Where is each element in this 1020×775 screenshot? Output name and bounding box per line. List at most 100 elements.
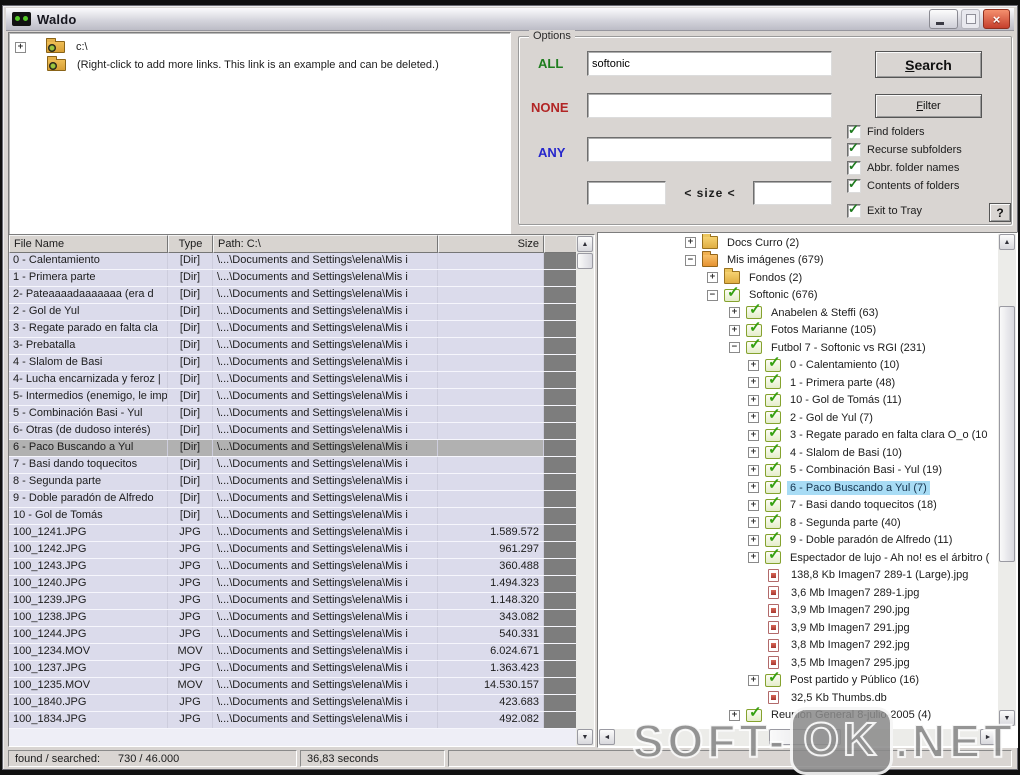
table-row[interactable]: 100_1240.JPG JPG \...\Documents and Settin… bbox=[9, 576, 576, 593]
table-row[interactable]: 100_1234.MOV MOV \...\Documents and Settin… bbox=[9, 644, 576, 661]
tree-node-label[interactable]: 9 - Doble paradón de Alfredo (11) bbox=[787, 533, 955, 547]
tree-node[interactable]: +3 - Regate parado en falta clara O_o (1… bbox=[598, 425, 997, 445]
table-row[interactable]: 100_1235.MOV MOV \...\Documents and Settin… bbox=[9, 678, 576, 695]
tree-node[interactable]: + Post partido y Público (16) bbox=[598, 670, 997, 690]
collapse-icon[interactable]: − bbox=[729, 342, 740, 354]
table-row[interactable]: 100_1840.JPG JPG \...\Documents and Settin… bbox=[9, 695, 576, 712]
scroll-up-icon[interactable]: ▲ bbox=[577, 236, 593, 252]
none-input[interactable] bbox=[587, 93, 832, 118]
size-min-input[interactable] bbox=[587, 181, 666, 205]
tree-node-label[interactable]: 3,6 Mb Imagen7 289-1.jpg bbox=[788, 586, 922, 600]
table-row[interactable]: 6- Otras (de dudoso interés) [Dir] \...\Do… bbox=[9, 423, 576, 440]
table-row[interactable]: 100_1242.JPG JPG \...\Documents and Settin… bbox=[9, 542, 576, 559]
tree-node[interactable]: + Docs Curro (2) bbox=[598, 234, 997, 252]
column-header-file-name[interactable]: File Name bbox=[9, 235, 168, 253]
table-row[interactable]: 2 - Gol de Yul [Dir] \...\Documents and Se… bbox=[9, 304, 576, 321]
expand-icon[interactable]: + bbox=[748, 447, 759, 459]
tree-node-label[interactable]: Post partido y Público (16) bbox=[787, 673, 922, 687]
tree-node-label[interactable]: 3,5 Mb Imagen7 295.jpg bbox=[788, 656, 913, 670]
tree-node-label[interactable]: 6 - Paco Buscando a Yul (7) bbox=[787, 480, 930, 495]
checkbox-contents-of-folders[interactable]: ✓ Contents of folders bbox=[847, 176, 962, 195]
tree-node[interactable]: − Softonic (676) bbox=[598, 285, 997, 305]
file-list-vscroll-thumb[interactable] bbox=[577, 253, 593, 269]
expand-icon[interactable]: + bbox=[748, 517, 759, 529]
table-row[interactable]: 6 - Paco Buscando a Yul [Dir] \...\Documen… bbox=[9, 440, 576, 457]
table-row[interactable]: 100_1239.JPG JPG \...\Documents and Settin… bbox=[9, 593, 576, 610]
tree-node-label[interactable]: Anabelen & Steffi (63) bbox=[768, 306, 881, 320]
expand-icon[interactable]: + bbox=[748, 499, 759, 511]
search-button[interactable]: Search bbox=[875, 51, 982, 78]
checkbox-recurse-subfolders[interactable]: ✓ Recurse subfolders bbox=[847, 140, 962, 159]
scroll-left-icon[interactable]: ◄ bbox=[599, 729, 615, 745]
tree-node-label[interactable]: 3,9 Mb Imagen7 291.jpg bbox=[788, 621, 913, 635]
link-tree-item[interactable]: (Right-click to add more links. This lin… bbox=[9, 56, 510, 74]
tree-node-label[interactable]: Fondos (2) bbox=[746, 271, 805, 285]
help-button[interactable]: ? bbox=[989, 203, 1011, 222]
table-row[interactable]: 100_1243.JPG JPG \...\Documents and Settin… bbox=[9, 559, 576, 576]
size-max-input[interactable] bbox=[753, 181, 832, 205]
table-row[interactable]: 100_1237.JPG JPG \...\Documents and Settin… bbox=[9, 661, 576, 678]
table-row[interactable]: 10 - Gol de Tomás [Dir] \...\Documents and… bbox=[9, 508, 576, 525]
tree-node-label[interactable]: 138,8 Kb Imagen7 289-1 (Large).jpg bbox=[788, 568, 971, 582]
tree-node[interactable]: +6 - Paco Buscando a Yul (7) bbox=[598, 477, 997, 497]
tree-node[interactable]: 3,9 Mb Imagen7 290.jpg bbox=[598, 602, 997, 620]
checkbox-box[interactable]: ✓ bbox=[847, 158, 861, 175]
minimize-button[interactable] bbox=[929, 9, 958, 29]
table-row[interactable]: 100_1244.JPG JPG \...\Documents and Settin… bbox=[9, 627, 576, 644]
expand-icon[interactable]: + bbox=[748, 674, 759, 686]
expand-icon[interactable]: + bbox=[748, 394, 759, 406]
tree-node-label[interactable]: Fotos Marianne (105) bbox=[768, 323, 879, 337]
checkbox-find-folders[interactable]: ✓ Find folders bbox=[847, 122, 962, 141]
expand-icon[interactable]: + bbox=[748, 464, 759, 476]
scroll-down-icon[interactable]: ▼ bbox=[577, 729, 593, 745]
tree-node[interactable]: +4 - Slalom de Basi (10) bbox=[598, 442, 997, 462]
tree-node[interactable]: − Mis imágenes (679) bbox=[598, 250, 997, 270]
checkbox-box[interactable]: ✓ bbox=[847, 201, 861, 218]
scroll-up-icon[interactable]: ▲ bbox=[999, 234, 1015, 250]
table-row[interactable]: 8 - Segunda parte [Dir] \...\Documents and… bbox=[9, 474, 576, 491]
tree-node[interactable]: +9 - Doble paradón de Alfredo (11) bbox=[598, 530, 997, 550]
tree-node-label[interactable]: 7 - Basi dando toquecitos (18) bbox=[787, 498, 940, 512]
table-row[interactable]: 4- Lucha encarnizada y feroz | [Dir] \...\… bbox=[9, 372, 576, 389]
tree-node[interactable]: +2 - Gol de Yul (7) bbox=[598, 407, 997, 427]
table-row[interactable]: 100_1241.JPG JPG \...\Documents and Settin… bbox=[9, 525, 576, 542]
tree-node[interactable]: +8 - Segunda parte (40) bbox=[598, 512, 997, 532]
tree-node[interactable]: + Fotos Marianne (105) bbox=[598, 320, 997, 340]
expand-icon[interactable]: + bbox=[748, 377, 759, 389]
expand-icon[interactable]: + bbox=[685, 237, 696, 249]
checkbox-exit-to-tray[interactable]: ✓ Exit to Tray bbox=[847, 201, 962, 220]
any-input[interactable] bbox=[587, 137, 832, 162]
tree-node-label[interactable]: Mis imágenes (679) bbox=[724, 253, 827, 267]
tree-node[interactable]: 3,5 Mb Imagen7 295.jpg bbox=[598, 654, 997, 672]
tree-node[interactable]: +7 - Basi dando toquecitos (18) bbox=[598, 495, 997, 515]
link-tree-item[interactable]: + c:\ bbox=[9, 38, 510, 56]
tree-node[interactable]: +5 - Combinación Basi - Yul (19) bbox=[598, 460, 997, 480]
table-row[interactable]: 3 - Regate parado en falta cla [Dir] \...\… bbox=[9, 321, 576, 338]
expand-icon[interactable]: + bbox=[748, 412, 759, 424]
table-row[interactable]: 2- Pateaaaadaaaaaaa (era d [Dir] \...\Docu… bbox=[9, 287, 576, 304]
table-row[interactable]: 7 - Basi dando toquecitos [Dir] \...\Docum… bbox=[9, 457, 576, 474]
table-row[interactable]: 3- Prebatalla [Dir] \...\Documents and Set… bbox=[9, 338, 576, 355]
file-list-vscrollbar[interactable]: ▲ ▼ bbox=[576, 235, 594, 746]
expand-icon[interactable]: + bbox=[748, 482, 759, 494]
table-row[interactable]: 9 - Doble paradón de Alfredo [Dir] \...\Do… bbox=[9, 491, 576, 508]
filter-button[interactable]: Filter bbox=[875, 94, 982, 118]
expand-icon[interactable]: + bbox=[15, 41, 26, 53]
tree-node-label[interactable]: Docs Curro (2) bbox=[724, 236, 802, 250]
tree-node-label[interactable]: 10 - Gol de Tomás (11) bbox=[787, 393, 904, 407]
tree-node[interactable]: 138,8 Kb Imagen7 289-1 (Large).jpg bbox=[598, 567, 997, 585]
collapse-icon[interactable]: − bbox=[685, 254, 696, 266]
table-row[interactable]: 100_1238.JPG JPG \...\Documents and Settin… bbox=[9, 610, 576, 627]
tree-node-label[interactable]: 4 - Slalom de Basi (10) bbox=[787, 446, 905, 460]
tree-node-label[interactable]: 2 - Gol de Yul (7) bbox=[787, 411, 876, 425]
collapse-icon[interactable]: − bbox=[707, 289, 718, 301]
tree-node[interactable]: 3,6 Mb Imagen7 289-1.jpg bbox=[598, 584, 997, 602]
close-button[interactable]: × bbox=[983, 9, 1010, 29]
table-row[interactable]: 4 - Slalom de Basi [Dir] \...\Documents an… bbox=[9, 355, 576, 372]
tree-node-label[interactable]: 0 - Calentamiento (10) bbox=[787, 358, 902, 372]
tree-node-label[interactable]: 1 - Primera parte (48) bbox=[787, 376, 898, 390]
tree-node[interactable]: +1 - Primera parte (48) bbox=[598, 372, 997, 392]
tree-node-label[interactable]: 3 - Regate parado en falta clara O_o (10 bbox=[787, 428, 991, 442]
checkbox-box[interactable]: ✓ bbox=[847, 176, 861, 193]
tree-node[interactable]: + Fondos (2) bbox=[598, 268, 997, 287]
